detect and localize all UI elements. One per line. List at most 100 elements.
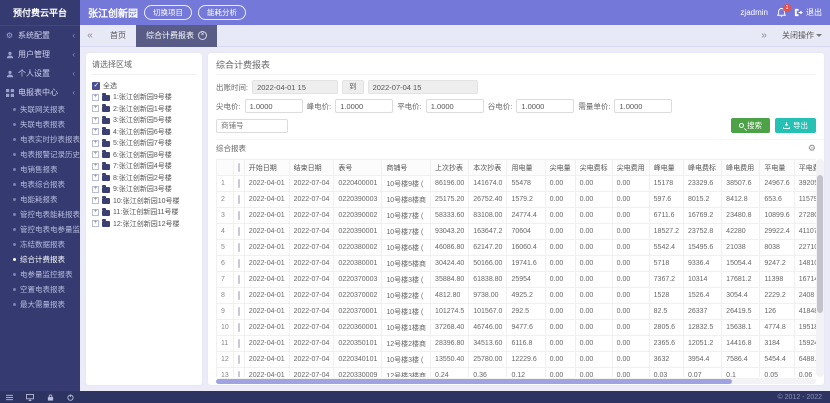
folder-icon	[102, 175, 110, 181]
expand-icon[interactable]: +	[92, 174, 99, 181]
table-settings-gear-icon[interactable]: ⚙	[808, 144, 816, 153]
select-all-rows-checkbox[interactable]	[238, 163, 240, 172]
row-checkbox[interactable]	[238, 227, 240, 236]
notification-bell-icon[interactable]: 1	[774, 6, 788, 20]
tree-node[interactable]: +4:张江创新园6号楼	[92, 126, 196, 138]
sidebar-item-system-config[interactable]: ⚙ 系统配置 ‹	[0, 26, 80, 45]
tree-node[interactable]: +9:张江创新园3号楼	[92, 184, 196, 196]
date-from-input[interactable]	[252, 80, 338, 94]
horizontal-scrollbar-thumb[interactable]	[216, 379, 732, 384]
tree-panel-title: 请选择区域	[92, 59, 196, 75]
sidebar-subitem[interactable]: 电能耗报表	[0, 192, 80, 207]
sidebar-subitem[interactable]: 失联网关报表	[0, 102, 80, 117]
vertical-scrollbar[interactable]	[816, 159, 824, 377]
tree-node[interactable]: +12:张江创新园12号楼	[92, 218, 196, 230]
logout-button[interactable]: 退出	[794, 7, 822, 18]
menu-icon[interactable]	[6, 394, 13, 401]
vertical-scrollbar-thumb[interactable]	[817, 175, 823, 313]
tabs-scroll-left-icon[interactable]: «	[80, 30, 100, 41]
tree-node[interactable]: +3:张江创新园5号楼	[92, 115, 196, 127]
tree-node[interactable]: +10:张江创新园10号楼	[92, 195, 196, 207]
user-icon	[5, 50, 14, 59]
price-input[interactable]	[335, 99, 393, 113]
tree-node[interactable]: +11:张江创新园11号楼	[92, 207, 196, 219]
shop-number-input[interactable]	[216, 119, 288, 133]
tree-node[interactable]: +1:张江创新园9号楼	[92, 92, 196, 104]
sidebar-subitem[interactable]: 最大需量报表	[0, 297, 80, 312]
expand-icon[interactable]: +	[92, 209, 99, 216]
price-label: 需量单价:	[578, 101, 610, 112]
export-button[interactable]: 导出	[775, 118, 816, 133]
sidebar-subitem[interactable]: 空置电表报表	[0, 282, 80, 297]
price-input[interactable]	[426, 99, 484, 113]
sidebar-subitem[interactable]: 管控电表电参量监控	[0, 222, 80, 237]
column-header: 峰电费标	[683, 160, 721, 176]
sidebar-subitem[interactable]: 冻结数据报表	[0, 237, 80, 252]
column-header: 开始日期	[244, 160, 289, 176]
close-tab-icon[interactable]: ×	[198, 31, 207, 40]
row-checkbox[interactable]	[238, 211, 240, 220]
price-input[interactable]	[245, 99, 303, 113]
energy-analysis-button[interactable]: 能耗分析	[198, 5, 246, 20]
tree-node[interactable]: +2:张江创新园1号楼	[92, 103, 196, 115]
tab-billing-report[interactable]: 综合计费报表 ×	[136, 25, 217, 47]
expand-icon[interactable]: +	[92, 94, 99, 101]
sidebar-subitem[interactable]: 电表综合报表	[0, 177, 80, 192]
select-all-checkbox[interactable]	[92, 82, 100, 90]
date-filter-row: 出账时间: 到	[216, 80, 824, 94]
row-checkbox[interactable]	[238, 243, 240, 252]
horizontal-scrollbar[interactable]	[216, 378, 816, 384]
sidebar-subitem[interactable]: 电表实时抄表报表	[0, 132, 80, 147]
expand-icon[interactable]: +	[92, 220, 99, 227]
expand-icon[interactable]: +	[92, 163, 99, 170]
folder-icon	[102, 129, 110, 135]
tree-node[interactable]: +8:张江创新园2号楼	[92, 172, 196, 184]
sidebar-subitem[interactable]: 管控电表能耗报表	[0, 207, 80, 222]
sidebar-item-personal-settings[interactable]: 个人设置 ‹	[0, 64, 80, 83]
price-input[interactable]	[516, 99, 574, 113]
tree-node[interactable]: +7:张江创新园4号楼	[92, 161, 196, 173]
expand-icon[interactable]: +	[92, 140, 99, 147]
tabs-scroll-right-icon[interactable]: »	[754, 30, 774, 41]
sidebar: 预付费云平台 ⚙ 系统配置 ‹ 用户管理 ‹	[0, 0, 80, 391]
chevron-left-icon: ‹	[72, 31, 75, 40]
table-row: 32022-04-012022-07-04022039000210号楼7楼 (5…	[217, 208, 817, 224]
close-operations-dropdown[interactable]: 关闭操作	[782, 30, 822, 41]
expand-icon[interactable]: +	[92, 105, 99, 112]
search-button[interactable]: 搜索	[731, 118, 770, 133]
expand-icon[interactable]: +	[92, 128, 99, 135]
sidebar-subitem[interactable]: 电销售报表	[0, 162, 80, 177]
sidebar-subitem[interactable]: 综合计费报表	[0, 252, 80, 267]
monitor-icon[interactable]	[26, 394, 34, 401]
date-to-input[interactable]	[368, 80, 478, 94]
row-checkbox[interactable]	[238, 291, 240, 300]
tree-node[interactable]: +5:张江创新园7号楼	[92, 138, 196, 150]
expand-icon[interactable]: +	[92, 117, 99, 124]
lock-icon[interactable]	[47, 394, 54, 401]
row-checkbox[interactable]	[238, 195, 240, 204]
tab-home[interactable]: 首页	[100, 25, 136, 47]
power-icon[interactable]	[67, 394, 74, 401]
row-checkbox[interactable]	[238, 323, 240, 332]
row-checkbox[interactable]	[238, 339, 240, 348]
expand-icon[interactable]: +	[92, 186, 99, 193]
sidebar-item-report-center[interactable]: 电报表中心 ‹	[0, 83, 80, 102]
row-checkbox[interactable]	[238, 371, 240, 377]
row-checkbox[interactable]	[238, 275, 240, 284]
row-checkbox[interactable]	[238, 355, 240, 364]
column-header: 峰电费用	[722, 160, 760, 176]
row-checkbox[interactable]	[238, 307, 240, 316]
sidebar-subitem[interactable]: 失联电表报表	[0, 117, 80, 132]
select-all-row[interactable]: 全选	[92, 80, 196, 92]
tree-node[interactable]: +6:张江创新园8号楼	[92, 149, 196, 161]
switch-project-button[interactable]: 切换项目	[144, 5, 192, 20]
row-checkbox[interactable]	[238, 259, 240, 268]
price-input[interactable]	[614, 99, 672, 113]
row-checkbox[interactable]	[238, 179, 240, 188]
folder-icon	[102, 106, 110, 112]
sidebar-item-user-management[interactable]: 用户管理 ‹	[0, 45, 80, 64]
expand-icon[interactable]: +	[92, 197, 99, 204]
expand-icon[interactable]: +	[92, 151, 99, 158]
sidebar-subitem[interactable]: 电表报警记录历史报表	[0, 147, 80, 162]
sidebar-subitem[interactable]: 电参量监控报表	[0, 267, 80, 282]
